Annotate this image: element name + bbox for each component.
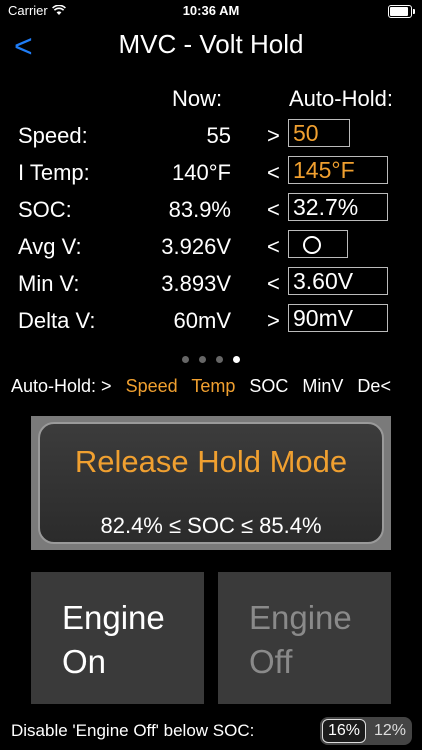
release-hold-mode-panel[interactable]: Release Hold Mode 82.4% ≤ SOC ≤ 85.4% — [38, 422, 384, 544]
deltav-hold-field[interactable]: 90mV — [288, 304, 388, 332]
page-dot[interactable] — [182, 356, 189, 363]
release-hold-mode-label: Release Hold Mode — [74, 444, 348, 479]
disable-engine-off-label: Disable 'Engine Off' below SOC: — [11, 721, 255, 740]
category-soc[interactable]: SOC — [249, 376, 288, 396]
engine-on-label-line1: Engine — [62, 599, 165, 636]
speed-hold-field[interactable]: 50 — [288, 119, 350, 147]
category-temp[interactable]: Temp — [191, 376, 235, 396]
page-indicator[interactable] — [0, 350, 422, 368]
row-op-speed: > — [267, 123, 280, 148]
row-op-soc: < — [267, 197, 280, 222]
category-delta[interactable]: De — [357, 376, 380, 396]
row-label-itemp: I Temp: — [18, 160, 90, 185]
engine-on-label-line2: On — [62, 643, 107, 680]
engine-off-button[interactable]: Engine Off — [218, 572, 391, 704]
soc-option-12[interactable]: 12% — [370, 719, 410, 743]
auto-hold-prefix: Auto-Hold: > — [11, 376, 112, 396]
status-bar: Carrier 10:36 AM — [0, 0, 422, 22]
soc-hold-field[interactable]: 32.7% — [288, 193, 388, 221]
page-dot-active[interactable] — [233, 356, 240, 363]
row-now-speed: 55 — [206, 123, 231, 148]
page-dot[interactable] — [199, 356, 206, 363]
itemp-hold-field[interactable]: 145°F — [288, 156, 388, 184]
column-header-now: Now: — [172, 86, 223, 111]
release-hold-mode-button[interactable]: Release Hold Mode 82.4% ≤ SOC ≤ 85.4% — [31, 416, 391, 550]
row-now-deltav: 60mV — [173, 308, 231, 333]
release-soc-range: 82.4% ≤ SOC ≤ 85.4% — [100, 513, 322, 538]
battery-icon — [388, 5, 415, 18]
column-header-auto-hold: Auto-Hold: — [289, 86, 393, 111]
row-label-soc: SOC: — [18, 197, 72, 222]
row-label-avgv: Avg V: — [18, 234, 82, 259]
engine-off-label-line1: Engine — [249, 599, 352, 636]
category-minv[interactable]: MinV — [302, 376, 343, 396]
row-now-avgv: 3.926V — [161, 234, 231, 259]
soc-threshold-segmented-control[interactable]: 16% 12% — [320, 717, 412, 745]
status-time: 10:36 AM — [182, 3, 240, 18]
row-label-deltav: Delta V: — [18, 308, 96, 333]
row-now-minv: 3.893V — [161, 271, 231, 296]
engine-off-label-line2: Off — [249, 643, 293, 680]
soc-option-16[interactable]: 16% — [322, 719, 366, 743]
empty-circle-icon — [303, 236, 321, 254]
minv-hold-field[interactable]: 3.60V — [288, 267, 388, 295]
row-op-avgv: < — [267, 234, 280, 259]
row-now-itemp: 140°F — [172, 160, 231, 185]
category-speed[interactable]: Speed — [126, 376, 178, 396]
row-now-soc: 83.9% — [168, 197, 231, 222]
row-label-speed: Speed: — [18, 123, 88, 148]
row-op-minv: < — [267, 271, 280, 296]
row-label-minv: Min V: — [18, 271, 80, 296]
battery-fill — [390, 7, 408, 16]
auto-hold-category-bar: Auto-Hold: > Speed Temp SOC MinV De< — [11, 376, 416, 397]
row-op-itemp: < — [267, 160, 280, 185]
avgv-hold-field[interactable] — [288, 230, 348, 258]
auto-hold-suffix[interactable]: < — [380, 376, 391, 396]
page-dot[interactable] — [216, 356, 223, 363]
row-op-deltav: > — [267, 308, 280, 333]
engine-on-button[interactable]: Engine On — [31, 572, 204, 704]
page-title: MVC - Volt Hold — [118, 29, 304, 59]
